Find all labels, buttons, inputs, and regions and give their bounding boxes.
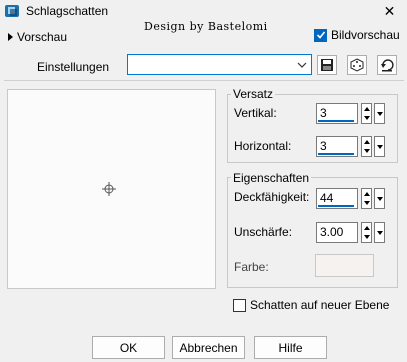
arrow-down-icon[interactable] xyxy=(363,116,370,121)
color-swatch[interactable] xyxy=(315,254,374,277)
horizontal-slider-bar[interactable] xyxy=(318,153,354,155)
versatz-title: Versatz xyxy=(231,87,276,101)
hilfe-button[interactable]: Hilfe xyxy=(254,336,327,359)
bildvorschau-label: Bildvorschau xyxy=(331,28,400,42)
chevron-down-icon xyxy=(376,144,383,149)
arrow-up-icon[interactable] xyxy=(363,191,370,196)
separator xyxy=(4,80,404,81)
save-preset-button[interactable] xyxy=(317,55,337,75)
deckfaehigkeit-label: Deckfähigkeit: xyxy=(234,190,310,204)
vertikal-label: Vertikal: xyxy=(234,106,277,120)
arrow-down-icon[interactable] xyxy=(363,149,370,154)
checkbox-checked-icon[interactable] xyxy=(314,28,327,42)
checkbox-unchecked-icon[interactable] xyxy=(233,298,246,312)
vertikal-spinner[interactable]: 3 xyxy=(316,103,386,124)
chevron-down-icon xyxy=(376,111,383,116)
crosshair-icon[interactable] xyxy=(102,182,116,196)
schatten-neue-ebene-label: Schatten auf neuer Ebene xyxy=(250,298,390,312)
eigenschaften-title: Eigenschaften xyxy=(231,171,312,185)
arrow-up-icon[interactable] xyxy=(363,225,370,230)
horizontal-label: Horizontal: xyxy=(234,139,292,153)
randomize-button[interactable] xyxy=(347,55,367,75)
schatten-neue-ebene-checkbox[interactable]: Schatten auf neuer Ebene xyxy=(233,298,389,312)
vorschau-label: Vorschau xyxy=(17,30,68,44)
vertikal-up-down[interactable] xyxy=(361,103,372,124)
save-floppy-icon xyxy=(321,59,333,71)
app-icon xyxy=(4,3,20,19)
reset-arrow-icon xyxy=(381,59,394,72)
deckfaehigkeit-dropdown[interactable] xyxy=(374,188,385,209)
unschaerfe-input[interactable]: 3.00 xyxy=(316,222,358,243)
einstellungen-label: Einstellungen xyxy=(37,60,110,74)
ok-button[interactable]: OK xyxy=(92,336,165,359)
vertikal-dropdown[interactable] xyxy=(374,103,385,124)
design-credit: Design by Bastelomi xyxy=(144,20,268,33)
vorschau-toggle[interactable]: Vorschau xyxy=(8,30,67,44)
horizontal-up-down[interactable] xyxy=(361,136,372,157)
reset-button[interactable] xyxy=(377,55,397,75)
expand-triangle-icon xyxy=(8,33,13,41)
einstellungen-combo[interactable] xyxy=(127,54,312,75)
vertikal-slider-bar[interactable] xyxy=(318,120,354,122)
chevron-down-icon[interactable] xyxy=(294,56,310,73)
chevron-down-icon xyxy=(376,196,383,201)
chevron-down-icon xyxy=(376,230,383,235)
deckfaehigkeit-spinner[interactable]: 44 xyxy=(316,188,386,209)
close-button[interactable]: ✕ xyxy=(372,0,407,22)
deckfaehigkeit-slider-bar[interactable] xyxy=(318,205,354,207)
horizontal-spinner[interactable]: 3 xyxy=(316,136,386,157)
arrow-down-icon[interactable] xyxy=(363,201,370,206)
unschaerfe-dropdown[interactable] xyxy=(374,222,385,243)
arrow-up-icon[interactable] xyxy=(363,106,370,111)
horizontal-dropdown[interactable] xyxy=(374,136,385,157)
unschaerfe-label: Unschärfe: xyxy=(234,225,293,239)
abbrechen-button[interactable]: Abbrechen xyxy=(172,336,245,359)
close-icon: ✕ xyxy=(383,2,396,19)
arrow-down-icon[interactable] xyxy=(363,235,370,240)
arrow-up-icon[interactable] xyxy=(363,139,370,144)
unschaerfe-spinner[interactable]: 3.00 xyxy=(316,222,386,243)
bildvorschau-checkbox[interactable]: Bildvorschau xyxy=(314,28,400,42)
deckfaehigkeit-up-down[interactable] xyxy=(361,188,372,209)
randomize-dice-icon xyxy=(350,58,364,72)
farbe-label: Farbe: xyxy=(234,260,269,274)
window-title: Schlagschatten xyxy=(26,4,109,18)
unschaerfe-up-down[interactable] xyxy=(361,222,372,243)
